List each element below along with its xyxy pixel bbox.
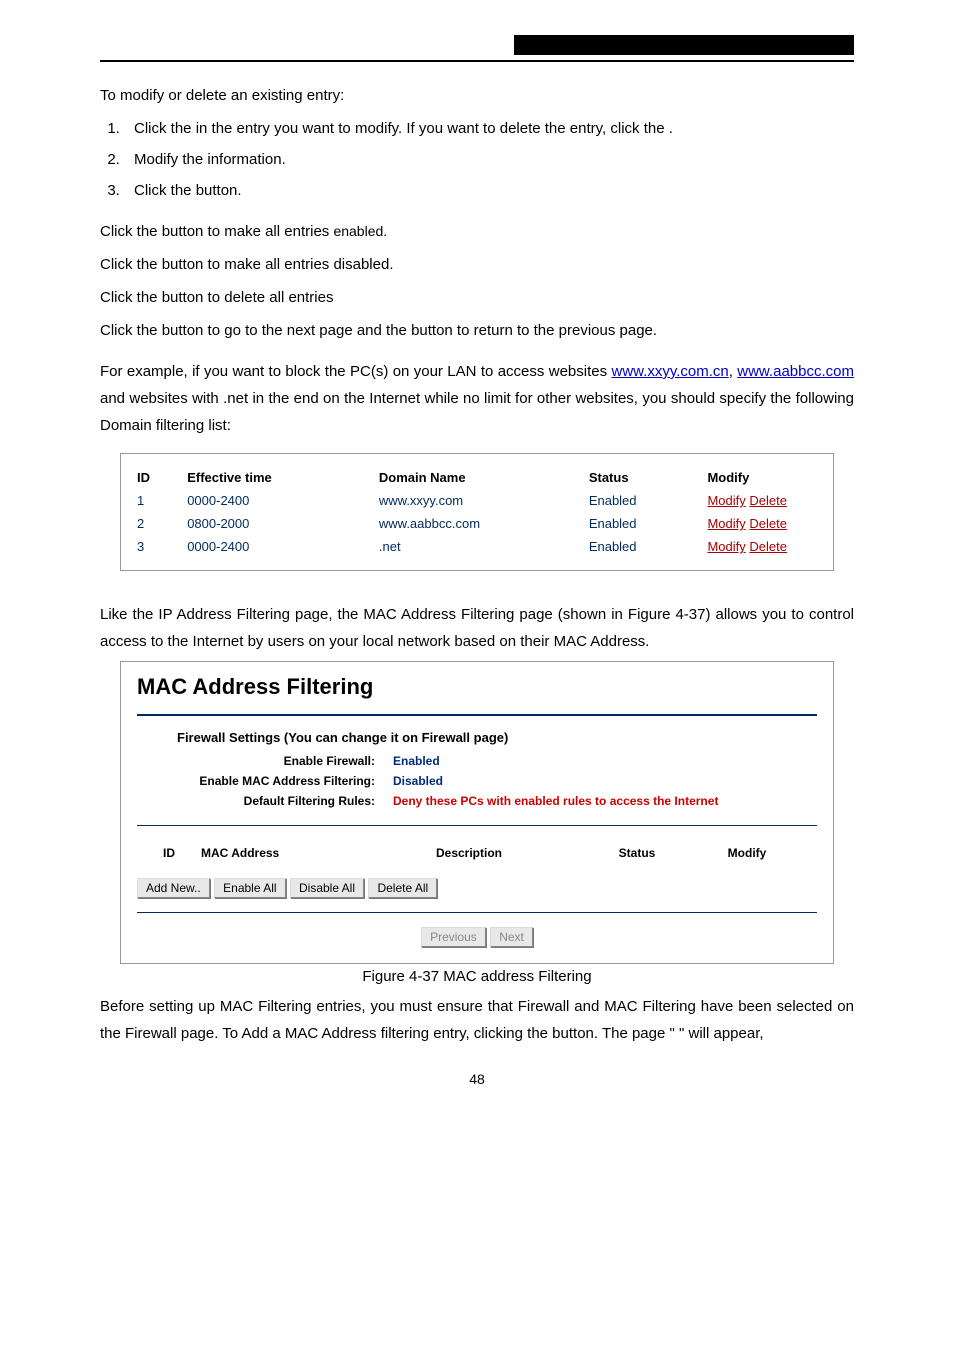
- h-desc: Description: [361, 846, 577, 860]
- txt: Firewall and: [518, 998, 605, 1015]
- lbl-enable-fw: Enable Firewall:: [137, 754, 393, 768]
- p-like: Like the IP Address Filtering page, the …: [100, 601, 854, 655]
- txt: Before setting up MAC Filtering entries,…: [100, 998, 518, 1015]
- val-enable-mac: Disabled: [393, 774, 443, 788]
- fw-heading: Firewall Settings (You can change it on …: [137, 730, 817, 745]
- intro-text: To modify or delete an existing entry:: [100, 82, 854, 109]
- txt: " will appear,: [679, 1025, 764, 1042]
- modify-link[interactable]: Modify: [707, 516, 745, 531]
- link-xxyy[interactable]: www.xxyy.com.cn: [611, 363, 728, 380]
- step1-b: in the entry you want to modify. If you …: [196, 120, 669, 137]
- txt: button to make all entries: [162, 223, 334, 240]
- col-time: Effective time: [187, 470, 379, 485]
- cell-id: 1: [137, 493, 187, 508]
- h-mac: MAC Address: [201, 846, 361, 860]
- cell-status: Enabled: [589, 493, 708, 508]
- cell-id: 2: [137, 516, 187, 531]
- step1-c: .: [669, 120, 673, 137]
- cell-id: 3: [137, 539, 187, 554]
- txt: enabled.: [333, 223, 387, 239]
- modify-link[interactable]: Modify: [707, 539, 745, 554]
- enable-all-button[interactable]: Enable All: [214, 878, 285, 898]
- cell-domain: www.xxyy.com: [379, 493, 589, 508]
- txt: Click the: [100, 289, 162, 306]
- mac-filtering-box: MAC Address Filtering Firewall Settings …: [120, 661, 834, 964]
- txt: Click the: [100, 256, 162, 273]
- col-id: ID: [137, 470, 187, 485]
- cell-status: Enabled: [589, 539, 708, 554]
- page-number: 48: [100, 1071, 854, 1087]
- p-nav: Click the button to go to the next page …: [100, 317, 854, 344]
- col-modify: Modify: [707, 470, 817, 485]
- txt: Click the: [100, 322, 162, 339]
- txt: button to make all entries disabled.: [162, 256, 394, 273]
- step3-a: Click the: [134, 182, 196, 199]
- delete-link[interactable]: Delete: [749, 493, 787, 508]
- figure-caption: Figure 4-37 MAC address Filtering: [100, 968, 854, 985]
- divider: [137, 912, 817, 913]
- txt: Click the: [100, 223, 162, 240]
- divider: [137, 714, 817, 716]
- p-disable: Click the button to make all entries dis…: [100, 251, 854, 278]
- p-example: For example, if you want to block the PC…: [100, 358, 854, 439]
- divider: [137, 825, 817, 826]
- delete-link[interactable]: Delete: [749, 516, 787, 531]
- cell-status: Enabled: [589, 516, 708, 531]
- delete-all-button[interactable]: Delete All: [368, 878, 437, 898]
- step3-b: button.: [196, 182, 242, 199]
- cell-time: 0000-2400: [187, 539, 379, 554]
- h-modify: Modify: [697, 846, 797, 860]
- p-delete: Click the button to delete all entries: [100, 284, 854, 311]
- next-button[interactable]: Next: [490, 927, 533, 947]
- step-1: Click the in the entry you want to modif…: [124, 115, 854, 142]
- step1-a: Click the: [134, 120, 196, 137]
- cell-domain: .net: [379, 539, 589, 554]
- h-id: ID: [137, 846, 201, 860]
- domain-filter-table: ID Effective time Domain Name Status Mod…: [120, 453, 834, 571]
- col-domain: Domain Name: [379, 470, 589, 485]
- step-3: Click the button.: [124, 177, 854, 204]
- p-enable: Click the button to make all entries ena…: [100, 218, 854, 245]
- txt: button. The page ": [552, 1025, 675, 1042]
- delete-link[interactable]: Delete: [749, 539, 787, 554]
- val-rules: Deny these PCs with enabled rules to acc…: [393, 794, 718, 808]
- txt: button to go to the next page and the: [162, 322, 411, 339]
- txt: For example, if you want to block the PC…: [100, 363, 611, 380]
- txt: button to return to the previous page.: [411, 322, 657, 339]
- header-black-bar: [514, 35, 854, 55]
- cell-time: 0800-2000: [187, 516, 379, 531]
- lbl-enable-mac: Enable MAC Address Filtering:: [137, 774, 393, 788]
- header-rule: [100, 40, 854, 62]
- mac-title: MAC Address Filtering: [137, 674, 817, 700]
- step-2: Modify the information.: [124, 146, 854, 173]
- add-new-button[interactable]: Add New..: [137, 878, 210, 898]
- disable-all-button[interactable]: Disable All: [290, 878, 364, 898]
- previous-button[interactable]: Previous: [421, 927, 486, 947]
- col-status: Status: [589, 470, 708, 485]
- h-status: Status: [577, 846, 697, 860]
- val-enable-fw: Enabled: [393, 754, 440, 768]
- txt: button to delete all entries: [162, 289, 334, 306]
- txt: and websites with .net in the end on the…: [100, 390, 854, 434]
- link-aabbcc[interactable]: www.aabbcc.com: [737, 363, 854, 380]
- lbl-rules: Default Filtering Rules:: [137, 794, 393, 808]
- p-before: Before setting up MAC Filtering entries,…: [100, 993, 854, 1047]
- txt: ,: [729, 363, 738, 380]
- cell-time: 0000-2400: [187, 493, 379, 508]
- modify-link[interactable]: Modify: [707, 493, 745, 508]
- cell-domain: www.aabbcc.com: [379, 516, 589, 531]
